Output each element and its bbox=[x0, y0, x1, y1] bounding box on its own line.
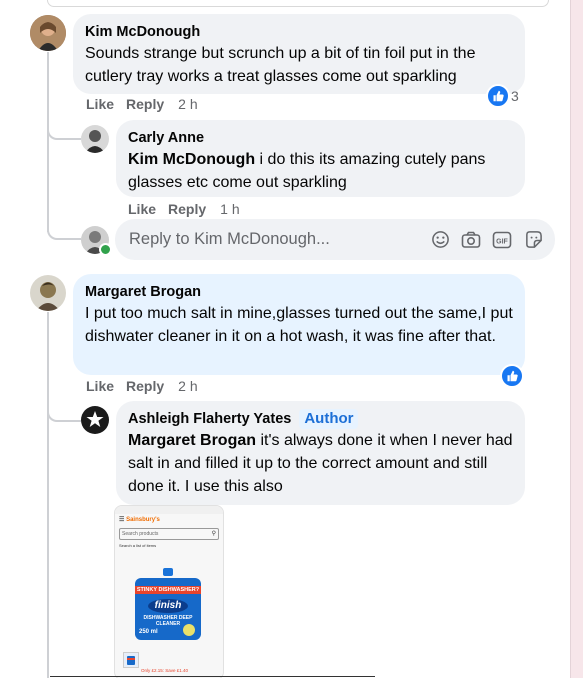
previous-comment-edge bbox=[47, 0, 549, 7]
thread-elbow bbox=[47, 200, 81, 240]
comment-actions: Like Reply 2 h bbox=[86, 378, 210, 394]
thread-elbow bbox=[47, 380, 81, 422]
mention-link[interactable]: Margaret Brogan bbox=[128, 432, 256, 449]
timestamp[interactable]: 1 h bbox=[220, 201, 239, 217]
product-banner: STINKY DISHWASHER? bbox=[136, 587, 200, 593]
reply-button[interactable]: Reply bbox=[126, 378, 164, 394]
phone-results-text: Search a list of items bbox=[119, 543, 157, 548]
thread-elbow bbox=[47, 100, 81, 140]
reply-input[interactable] bbox=[127, 229, 419, 250]
product-brand: finish bbox=[154, 600, 182, 611]
product-thumbnail bbox=[123, 652, 139, 668]
avatar[interactable] bbox=[30, 275, 66, 311]
comment-bubble: Margaret Brogan I put too much salt in m… bbox=[73, 274, 525, 375]
reply-text: Kim McDonough i do this its amazing cute… bbox=[128, 148, 513, 194]
phone-status-bar bbox=[115, 506, 223, 514]
product-volume: 250 ml bbox=[139, 629, 158, 635]
thread-line bbox=[47, 420, 49, 678]
attached-image[interactable]: ☰ Sainsbury's Search products ⚲ Search a… bbox=[114, 505, 224, 678]
reply-bubble: Carly Anne Kim McDonough i do this its a… bbox=[116, 120, 525, 197]
product-name: DISHWASHER DEEP CLEANER bbox=[143, 615, 193, 627]
sticker-icon[interactable] bbox=[523, 230, 543, 250]
reply-button[interactable]: Reply bbox=[168, 201, 206, 217]
profile-photo bbox=[30, 275, 66, 311]
comment-bubble: Kim McDonough Sounds strange but scrunch… bbox=[73, 14, 525, 94]
search-icon: ⚲ bbox=[211, 531, 216, 537]
emoji-icon[interactable] bbox=[430, 230, 450, 250]
phone-search-placeholder: Search products bbox=[122, 531, 159, 537]
reaction-count[interactable]: 3 bbox=[511, 88, 519, 104]
reaction-like-icon[interactable] bbox=[500, 364, 524, 388]
comment-actions: Like Reply 2 h bbox=[86, 96, 210, 112]
reply-author-line: Ashleigh Flaherty Yates Author bbox=[128, 409, 513, 429]
promo-text: Only £2.15: Save £1.40 bbox=[141, 668, 189, 673]
camera-icon[interactable] bbox=[461, 230, 481, 250]
reply-composer: GIF bbox=[115, 219, 555, 260]
svg-text:GIF: GIF bbox=[496, 238, 508, 245]
reaction-like-icon[interactable] bbox=[486, 84, 510, 108]
reply-button[interactable]: Reply bbox=[126, 96, 164, 112]
avatar[interactable] bbox=[81, 406, 109, 434]
profile-photo bbox=[81, 406, 109, 434]
site-name: Sainsbury's bbox=[126, 517, 160, 523]
reply-bubble: Ashleigh Flaherty Yates Author Margaret B… bbox=[116, 401, 525, 505]
mention-link[interactable]: Kim McDonough bbox=[128, 151, 255, 168]
like-button[interactable]: Like bbox=[86, 378, 114, 394]
comment-author[interactable]: Margaret Brogan bbox=[85, 282, 513, 302]
comment-text: Sounds strange but scrunch up a bit of t… bbox=[85, 45, 476, 85]
comment-author[interactable]: Kim McDonough bbox=[85, 22, 513, 42]
horizontal-divider bbox=[50, 676, 375, 677]
author-badge: Author bbox=[299, 409, 359, 429]
timestamp[interactable]: 2 h bbox=[178, 96, 197, 112]
comment-text: I put too much salt in mine,glasses turn… bbox=[85, 305, 513, 345]
comments-panel: Kim McDonough Sounds strange but scrunch… bbox=[0, 0, 571, 678]
gif-icon[interactable]: GIF bbox=[492, 230, 512, 250]
profile-photo bbox=[30, 15, 66, 51]
like-button[interactable]: Like bbox=[86, 96, 114, 112]
avatar[interactable] bbox=[30, 15, 66, 51]
reply-author[interactable]: Carly Anne bbox=[128, 128, 513, 148]
avatar[interactable] bbox=[81, 125, 109, 153]
timestamp[interactable]: 2 h bbox=[178, 378, 197, 394]
like-button[interactable]: Like bbox=[128, 201, 156, 217]
online-status-dot bbox=[99, 243, 112, 256]
menu-icon: ☰ bbox=[119, 517, 125, 523]
phone-search-box: Search products ⚲ bbox=[119, 528, 219, 540]
reply-actions: Like Reply 1 h bbox=[128, 201, 252, 217]
reply-text: Margaret Brogan it's always done it when… bbox=[128, 429, 513, 498]
profile-photo bbox=[81, 125, 109, 153]
reply-author[interactable]: Ashleigh Flaherty Yates bbox=[128, 411, 291, 427]
site-header: ☰ Sainsbury's bbox=[115, 514, 223, 525]
product-image: STINKY DISHWASHER? finish DISHWASHER DEE… bbox=[129, 568, 207, 640]
